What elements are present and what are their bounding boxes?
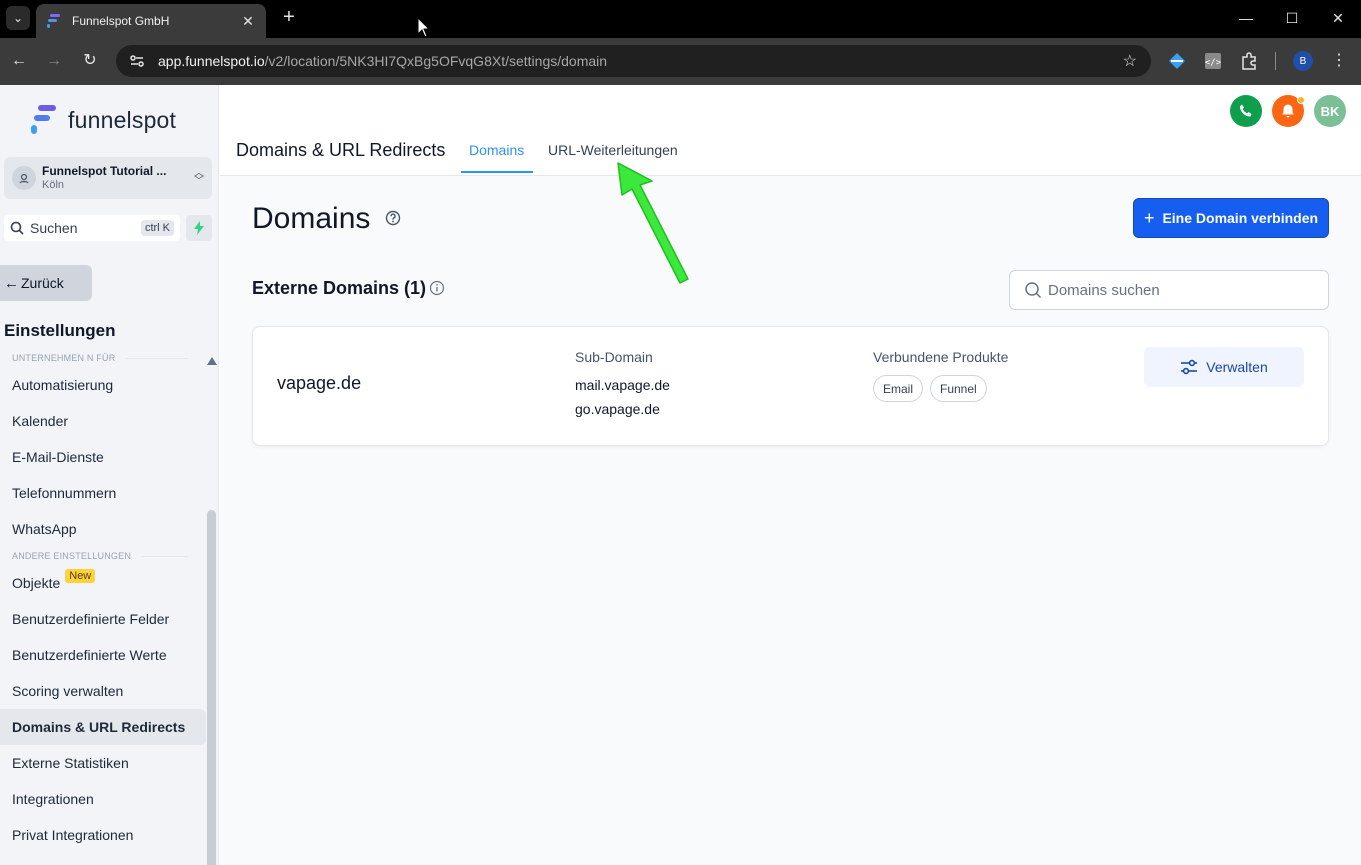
connect-domain-label: Eine Domain verbinden (1162, 210, 1319, 226)
funnelspot-logo-icon (31, 105, 56, 134)
phone-button[interactable] (1230, 95, 1262, 127)
plus-icon: + (1143, 207, 1155, 228)
extension-diamond-icon[interactable] (1167, 51, 1187, 71)
sidebar-item-scoring[interactable]: Scoring verwalten (0, 673, 206, 709)
location-name: Funnelspot Tutorial ... (42, 164, 167, 178)
sidebar-search[interactable]: Suchen ctrl K (4, 215, 180, 241)
section-label-company: UNTERNEHMEN N FÜR (0, 349, 206, 367)
location-pin-icon (12, 166, 36, 190)
domains-heading: Domains (252, 202, 371, 235)
url-bar[interactable]: app.funnelspot.io/v2/location/5NK3HI7QxB… (116, 45, 1151, 77)
svg-text:</>: </> (1205, 58, 1222, 68)
close-window-icon[interactable]: ✕ (1328, 8, 1348, 28)
sidebar-item-phone-numbers[interactable]: Telefonnummern (0, 475, 206, 511)
tab-search-chevron-icon[interactable]: ⌄ (6, 6, 30, 30)
sidebar-item-label: Objekte (12, 575, 61, 591)
search-shortcut-hint: ctrl K (140, 220, 174, 236)
subdomain-item: mail.vapage.de (575, 377, 670, 393)
site-settings-icon[interactable] (128, 52, 146, 70)
sidebar-item-integrations[interactable]: Integrationen (0, 781, 206, 817)
funnelspot-logo[interactable]: funnelspot (30, 105, 176, 135)
page-header: Domains & URL Redirects Domains URL-Weit… (220, 85, 1361, 176)
domains-search-input[interactable]: Domains suchen (1009, 270, 1329, 310)
tab-title: Funnelspot GmbH (72, 14, 170, 28)
connected-products-label: Verbundene Produkte (873, 349, 1009, 365)
settings-sidebar: funnelspot Funnelspot Tutorial ... Köln … (0, 85, 219, 865)
product-chip-funnel: Funnel (930, 375, 987, 402)
toolbar-divider (1275, 52, 1276, 70)
chevron-up-down-icon: ︿ ﹀ (194, 168, 204, 187)
manage-domain-button[interactable]: Verwalten (1144, 347, 1304, 387)
sidebar-item-automation[interactable]: Automatisierung (0, 367, 206, 403)
active-tab-indicator (461, 171, 533, 173)
sidebar-item-calendar[interactable]: Kalender (0, 403, 206, 439)
settings-heading: Einstellungen (4, 321, 116, 340)
domain-card: vapage.de Sub-Domain mail.vapage.de go.v… (252, 326, 1329, 446)
sidebar-scrollbar[interactable] (207, 510, 216, 865)
notifications-button[interactable] (1272, 95, 1305, 127)
sidebar-item-whatsapp[interactable]: WhatsApp (0, 511, 206, 547)
sidebar-item-custom-values[interactable]: Benutzerdefinierte Werte (0, 637, 206, 673)
forward-arrow-icon[interactable]: → (43, 50, 65, 72)
external-domains-heading: Externe Domains (1) (252, 278, 427, 298)
sidebar-search-label: Suchen (30, 220, 78, 236)
connect-domain-button[interactable]: + Eine Domain verbinden (1133, 198, 1329, 238)
minimize-window-icon[interactable]: — (1236, 8, 1256, 28)
browser-menu-icon[interactable]: ⋮ (1331, 50, 1347, 70)
subdomain-item: go.vapage.de (575, 401, 660, 417)
back-button-label: Zurück (21, 275, 64, 291)
sidebar-item-external-stats[interactable]: Externe Statistiken (0, 745, 206, 781)
annotation-arrow-icon (617, 162, 689, 284)
settings-menu: UNTERNEHMEN N FÜR Automatisierung Kalend… (0, 349, 206, 853)
browser-profile-avatar[interactable]: B (1293, 51, 1313, 71)
manage-domain-label: Verwalten (1206, 359, 1268, 375)
new-tab-plus-icon[interactable]: + (278, 6, 300, 30)
domains-search-placeholder: Domains suchen (1048, 281, 1160, 299)
help-circle-icon[interactable] (385, 210, 401, 226)
logo-wordmark: funnelspot (68, 106, 177, 133)
extension-code-icon[interactable]: </> (1203, 51, 1223, 71)
arrow-left-icon: ← (4, 274, 19, 292)
location-city: Köln (42, 178, 65, 191)
quick-actions-bolt-icon[interactable] (186, 215, 212, 241)
browser-toolbar: ← → ↻ app.funnelspot.io/v2/location/5NK3… (0, 38, 1361, 85)
info-circle-icon[interactable] (429, 280, 445, 296)
browser-tab-active[interactable]: Funnelspot GmbH ✕ (36, 4, 266, 38)
url-host: app.funnelspot.io (158, 53, 265, 69)
mouse-cursor-icon (417, 17, 431, 38)
close-tab-icon[interactable]: ✕ (240, 13, 256, 30)
user-avatar[interactable]: BK (1314, 95, 1346, 127)
domain-name: vapage.de (277, 373, 362, 393)
browser-tab-strip: ⌄ Funnelspot GmbH ✕ + — ☐ ✕ (0, 0, 1361, 38)
bell-icon (1282, 104, 1294, 118)
search-icon (1025, 282, 1042, 299)
maximize-window-icon[interactable]: ☐ (1282, 8, 1302, 28)
domains-page: Domains + Eine Domain verbinden Externe … (220, 177, 1361, 865)
tab-domains[interactable]: Domains (469, 142, 524, 158)
bookmark-star-icon[interactable]: ☆ (1123, 51, 1137, 71)
back-arrow-icon[interactable]: ← (8, 50, 30, 72)
url-path: /v2/location/5NK3HI7QxBg5OFvqG8Xt/settin… (264, 53, 608, 69)
location-switcher[interactable]: Funnelspot Tutorial ... Köln ︿ ﹀ (4, 157, 212, 199)
search-icon (10, 221, 24, 235)
notification-dot (1297, 96, 1305, 104)
sliders-icon (1181, 359, 1198, 375)
sidebar-item-email-services[interactable]: E-Mail-Dienste (0, 439, 206, 475)
sidebar-item-domains[interactable]: Domains & URL Redirects (0, 709, 206, 745)
scroll-up-arrow-icon[interactable] (207, 357, 217, 365)
sidebar-item-private-integrations[interactable]: Privat Integrationen (0, 817, 206, 853)
extensions-puzzle-icon[interactable] (1239, 51, 1259, 71)
back-button[interactable]: ← Zurück (0, 265, 92, 301)
reload-icon[interactable]: ↻ (79, 50, 101, 72)
funnelspot-favicon-icon (47, 14, 60, 28)
phone-icon (1239, 104, 1252, 117)
page-title: Domains & URL Redirects (236, 140, 446, 160)
sidebar-item-objects[interactable]: Objekte New (0, 565, 206, 601)
section-label-other-settings: ANDERE EINSTELLUNGEN (0, 547, 206, 565)
new-badge: New (65, 569, 96, 583)
subdomain-label: Sub-Domain (575, 349, 653, 365)
sidebar-item-custom-fields[interactable]: Benutzerdefinierte Felder (0, 601, 206, 637)
product-chip-email: Email (873, 375, 924, 402)
